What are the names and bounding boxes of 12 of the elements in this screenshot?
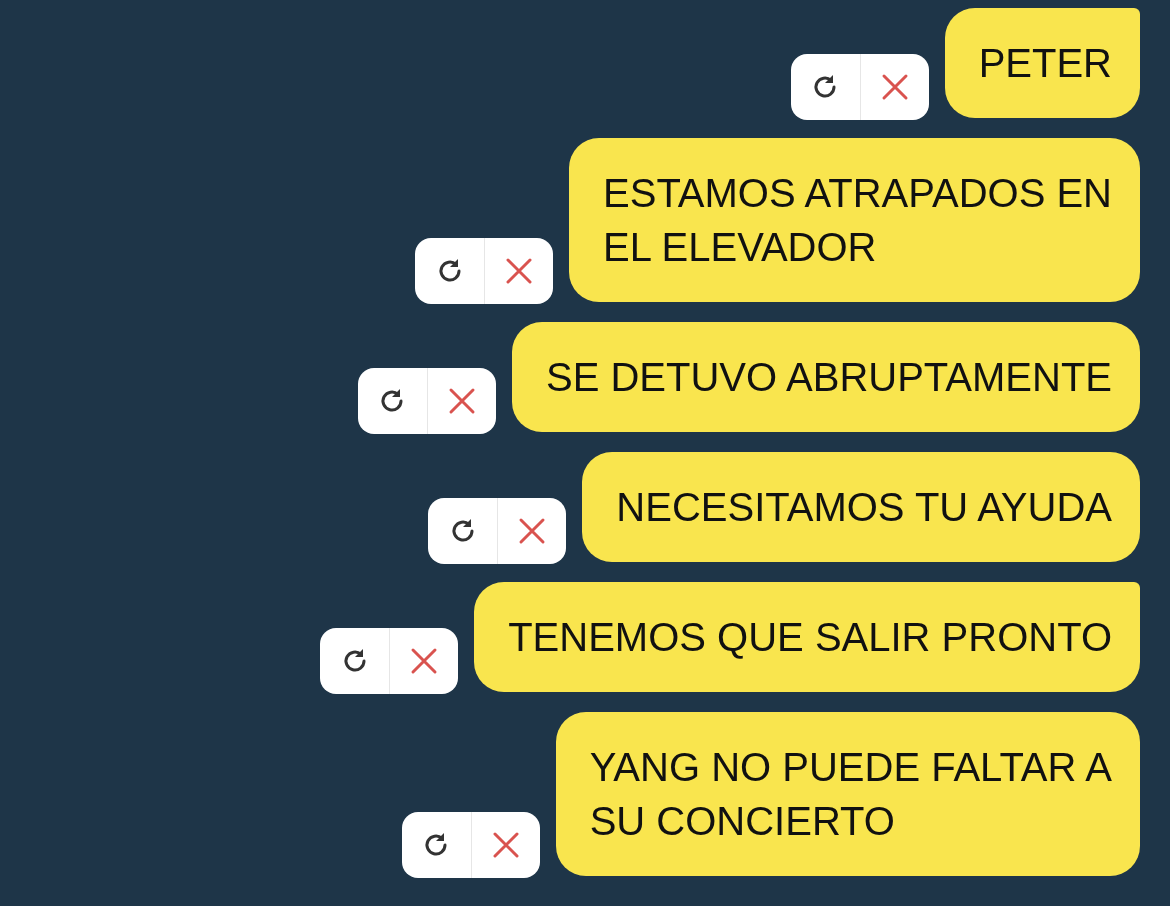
message-bubble: NECESITAMOS TU AYUDA [582,452,1140,562]
message-bubble: PETER [944,8,1140,118]
message-bubble: YANG NO PUEDE FALTAR A SU CONCIERTO [555,712,1140,876]
close-icon [880,73,909,101]
close-icon [518,517,547,545]
close-icon [448,387,476,415]
close-icon [410,647,439,675]
message-bubble: SE DETUVO ABRUPTAMENTE [512,322,1140,432]
message-bubble: ESTAMOS ATRAPADOS EN EL ELEVADOR [569,138,1140,302]
close-icon [491,831,520,859]
message-bubble: TENEMOS QUE SALIR PRONTO [474,582,1140,692]
close-icon [505,257,533,285]
